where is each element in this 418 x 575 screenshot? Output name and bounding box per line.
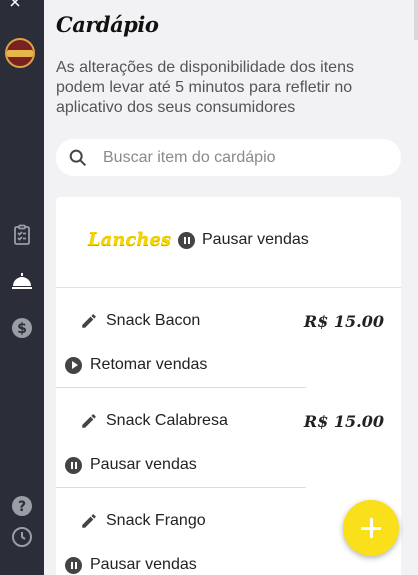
category-name: Lanches: [88, 229, 172, 250]
search-icon: [69, 149, 87, 166]
restaurant-logo[interactable]: [5, 38, 35, 68]
page-title: Cardápio: [56, 12, 159, 37]
item-action-label: Pausar vendas: [90, 556, 197, 573]
pause-circle-icon: [65, 456, 82, 474]
help-icon[interactable]: ?: [7, 491, 37, 521]
page-subtitle: As alterações de disponibilidade dos ite…: [56, 59, 354, 116]
item-name: Snack Frango: [106, 512, 206, 529]
scrollbar[interactable]: [414, 0, 418, 40]
edit-item-button[interactable]: Snack Calabresa: [80, 412, 228, 430]
item-name: Snack Bacon: [106, 312, 201, 329]
pause-sales-button[interactable]: Pausar vendas: [65, 556, 197, 574]
pause-category-label: Pausar vendas: [202, 231, 309, 248]
service-bell-icon[interactable]: [7, 266, 37, 296]
item-price: R$ 15.00: [303, 412, 384, 431]
category-header: Lanches Pausar vendas: [56, 197, 401, 288]
svg-text:$: $: [17, 321, 27, 337]
svg-text:?: ?: [18, 499, 26, 515]
item-action-label: Pausar vendas: [90, 456, 197, 473]
item-name: Snack Calabresa: [106, 412, 228, 429]
pencil-icon: [82, 414, 96, 428]
sidebar: $ ?: [0, 0, 44, 575]
close-icon[interactable]: [10, 0, 20, 7]
menu-item: Snack Bacon R$ 15.00 Retomar vendas: [56, 288, 401, 388]
edit-item-button[interactable]: Snack Frango: [80, 512, 206, 530]
pencil-icon: [82, 314, 96, 328]
play-circle-icon: [65, 356, 82, 374]
resume-sales-button[interactable]: Retomar vendas: [65, 356, 207, 374]
search-bar[interactable]: [56, 139, 401, 176]
add-item-button[interactable]: [343, 500, 399, 556]
pause-sales-button[interactable]: Pausar vendas: [65, 456, 197, 474]
main-content: Cardápio As alterações de disponibilidad…: [44, 0, 418, 575]
pause-category-button[interactable]: Pausar vendas: [178, 231, 309, 249]
dollar-icon[interactable]: $: [7, 313, 37, 343]
pause-circle-icon: [65, 556, 82, 574]
search-input[interactable]: [103, 148, 383, 167]
pencil-icon: [82, 514, 96, 528]
history-icon[interactable]: [7, 522, 37, 552]
clipboard-icon[interactable]: [7, 220, 37, 250]
edit-item-button[interactable]: Snack Bacon: [80, 312, 200, 330]
menu-item: Snack Calabresa R$ 15.00 Pausar vendas: [56, 388, 401, 488]
item-action-label: Retomar vendas: [90, 356, 208, 373]
item-price: R$ 15.00: [303, 312, 384, 331]
pause-circle-icon: [178, 231, 195, 249]
